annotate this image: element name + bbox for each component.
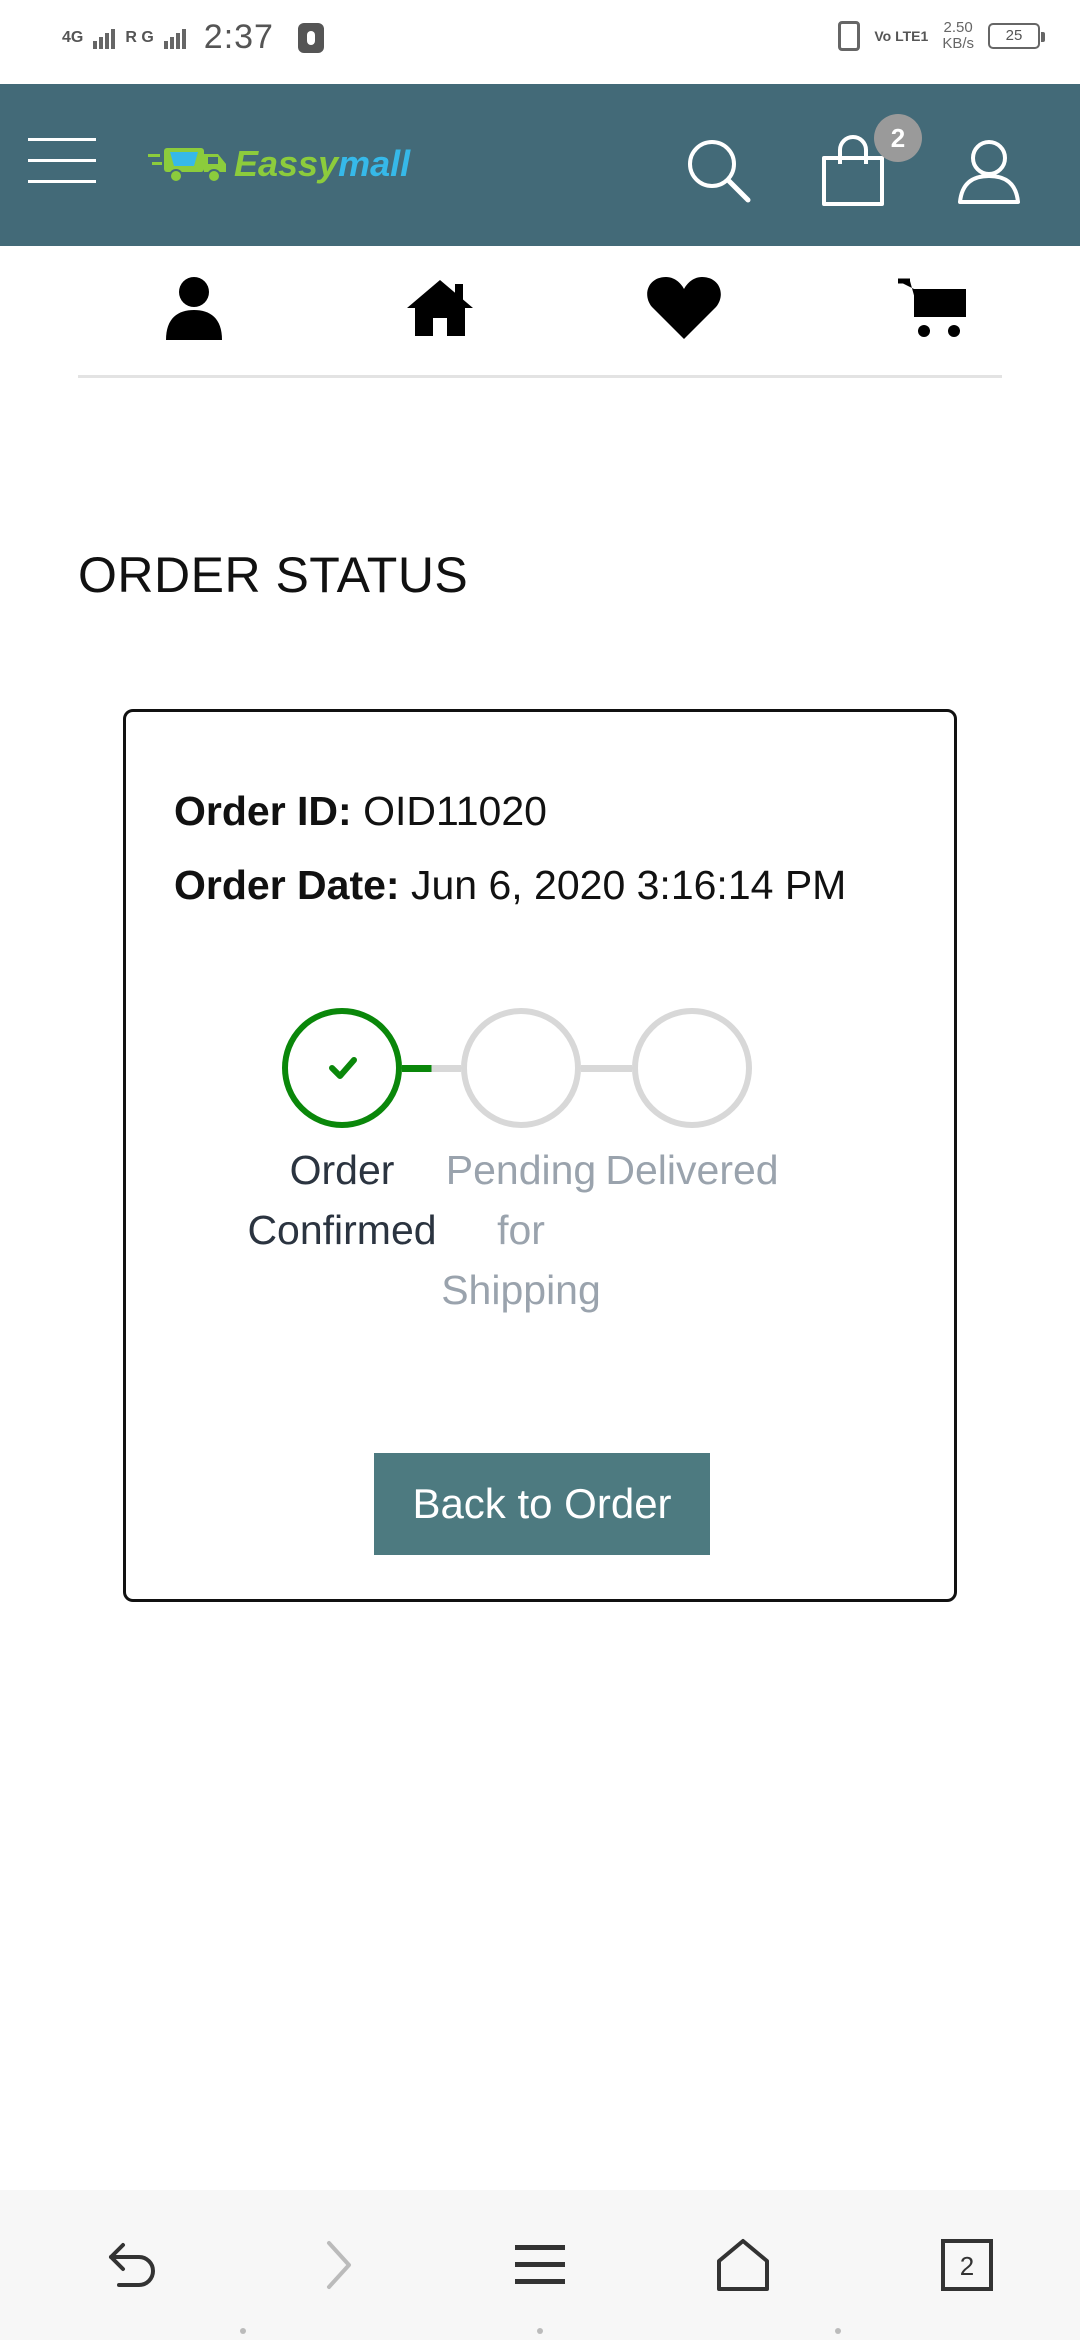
menu-lines-icon[interactable] [505, 2230, 575, 2300]
step-connector [581, 1065, 632, 1072]
hamburger-menu-icon[interactable] [28, 138, 98, 186]
step-circle [461, 1008, 581, 1128]
microphone-icon [297, 22, 324, 53]
heart-icon[interactable] [644, 268, 724, 348]
search-icon[interactable] [684, 136, 754, 206]
step-label: Order Confirmed [247, 1140, 437, 1260]
account-icon[interactable] [954, 136, 1024, 206]
home-button-icon[interactable] [708, 2230, 778, 2300]
brand-logo[interactable]: Eassymall [146, 134, 410, 194]
cart-count-badge: 2 [874, 114, 922, 162]
status-right: Vo LTE1 2.50 KB/s 25 [838, 20, 1045, 52]
step-circle [632, 1008, 752, 1128]
step-label-line: Pending [445, 1147, 597, 1193]
back-to-order-button[interactable]: Back to Order [374, 1453, 710, 1555]
nav-dot [835, 2328, 841, 2334]
status-left: 4G R G 2:37 [62, 18, 324, 57]
brand-word-2: mall [338, 143, 411, 184]
network-type-2: R G [125, 28, 154, 46]
app-root: 4G R G 2:37 Vo LTE1 2.50 KB/s 25 Eassyma… [0, 0, 1080, 2340]
user-icon[interactable] [154, 268, 234, 348]
status-bar: 4G R G 2:37 Vo LTE1 2.50 KB/s 25 [0, 0, 1080, 84]
step-circle [282, 1008, 402, 1128]
step-label: Delivered [597, 1140, 787, 1200]
tabs-count: 2 [960, 2251, 974, 2281]
volte-indicator: Vo LTE1 [874, 28, 929, 44]
brand-word-1: Eassy [234, 143, 339, 184]
nav-dot [240, 2328, 246, 2334]
cart-icon[interactable] [892, 268, 972, 348]
vibrate-icon [838, 21, 861, 51]
battery-icon: 25 [988, 23, 1045, 49]
signal-icon-2 [163, 27, 186, 49]
speed-unit: KB/s [942, 35, 974, 52]
forward-arrow-icon[interactable] [304, 2230, 374, 2300]
app-header: Eassymall 2 [0, 84, 1080, 246]
step-label-line: Order [289, 1147, 395, 1193]
clock: 2:37 [203, 18, 274, 56]
network-type: 4G [62, 28, 84, 46]
order-status-card: Order ID: OID11020 Order Date: Jun 6, 20… [123, 709, 957, 1602]
back-arrow-icon[interactable] [98, 2230, 168, 2300]
step-label-line: Shipping [441, 1267, 601, 1313]
step-label-line: Confirmed [247, 1207, 437, 1253]
quick-nav-bar [78, 246, 1002, 378]
checkmark-icon [329, 1057, 357, 1079]
home-icon[interactable] [400, 268, 480, 348]
system-navigation-bar: 2 [0, 2190, 1080, 2340]
signal-icon [93, 27, 116, 49]
brand-wordmark: Eassymall [234, 143, 410, 185]
tabs-icon[interactable]: 2 [932, 2230, 1002, 2300]
step-label-line: for [497, 1207, 545, 1253]
delivery-truck-icon [148, 148, 226, 183]
step-connector [402, 1065, 461, 1072]
step-label: Pending for Shipping [426, 1140, 616, 1320]
page-title: ORDER STATUS [78, 547, 469, 603]
nav-dot [537, 2328, 543, 2334]
step-label-line: Delivered [605, 1147, 779, 1193]
network-speed: 2.50 KB/s [942, 20, 974, 52]
speed-value: 2.50 [943, 19, 973, 36]
